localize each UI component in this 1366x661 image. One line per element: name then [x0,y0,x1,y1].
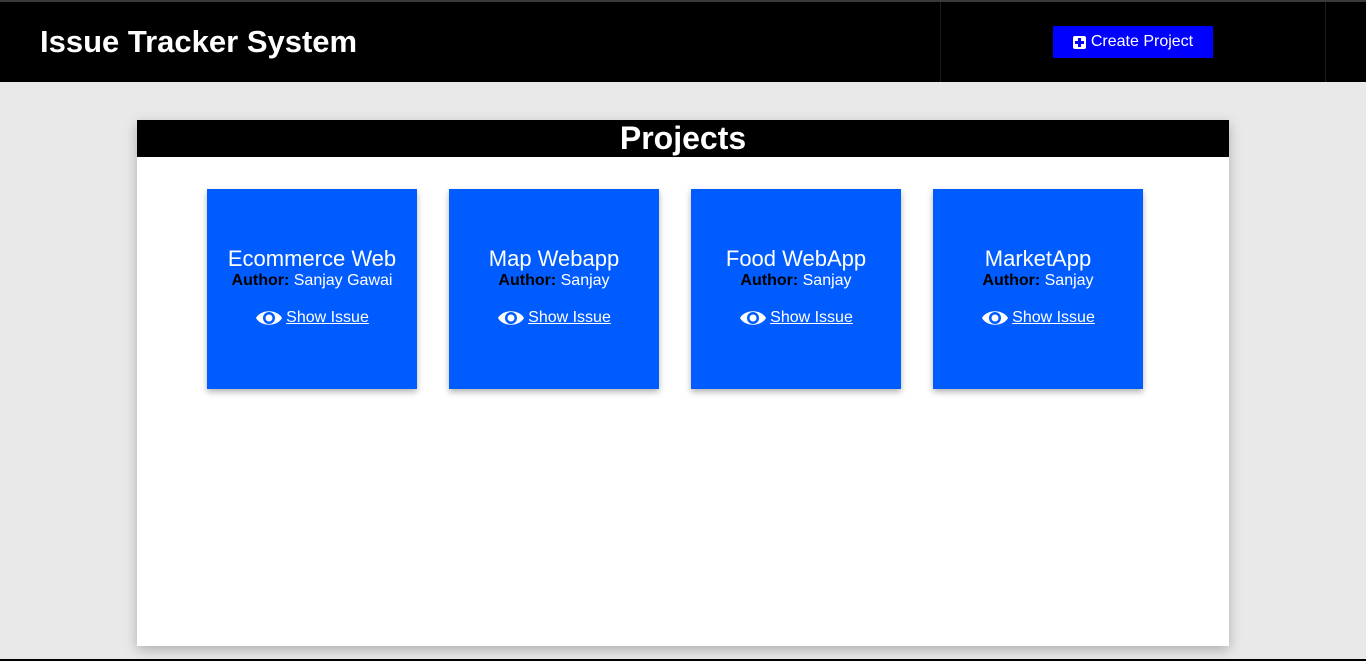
project-author: Author: Sanjay Gawai [207,272,417,290]
project-card: MarketApp Author: Sanjay Show Issue [933,189,1143,389]
show-issue-link[interactable]: Show Issue [739,308,853,328]
show-issue-link[interactable]: Show Issue [255,308,369,328]
author-name: Sanjay [1040,272,1094,289]
project-title: Food WebApp [725,246,867,271]
eye-icon [498,311,525,325]
project-cards: Ecommerce Web Author: Sanjay Gawai Show … [207,189,1143,389]
show-issue-link[interactable]: Show Issue [981,308,1095,328]
header-actions: Create Project [940,2,1326,82]
plus-square-icon [1072,35,1086,49]
author-label: Author: [740,272,799,289]
project-card: Ecommerce Web Author: Sanjay Gawai Show … [207,189,417,389]
show-issue-label: Show Issue [770,309,853,326]
show-issue-label: Show Issue [528,309,611,326]
eye-icon [982,311,1009,325]
author-name: Sanjay Gawai [289,272,393,289]
top-navbar: Issue Tracker System Create Project [0,0,1366,82]
project-author: Author: Sanjay [691,272,901,290]
show-issue-label: Show Issue [1012,309,1095,326]
author-label: Author: [498,272,557,289]
create-project-button[interactable]: Create Project [1053,26,1213,58]
project-title: MarketApp [984,246,1092,271]
author-name: Sanjay [798,272,852,289]
project-author: Author: Sanjay [449,272,659,290]
author-label: Author: [982,272,1041,289]
show-issue-label: Show Issue [286,309,369,326]
app-title: Issue Tracker System [40,24,358,59]
author-name: Sanjay [556,272,610,289]
project-author: Author: Sanjay [933,272,1143,290]
projects-panel: Projects Ecommerce Web Author: Sanjay Ga… [137,120,1229,646]
projects-heading: Projects [137,120,1229,157]
show-issue-link[interactable]: Show Issue [497,308,611,328]
project-title: Ecommerce Web [227,246,397,271]
project-title: Map Webapp [488,246,620,271]
project-card: Food WebApp Author: Sanjay Show Issue [691,189,901,389]
eye-icon [256,311,283,325]
eye-icon [740,311,767,325]
project-card: Map Webapp Author: Sanjay Show Issue [449,189,659,389]
create-project-label: Create Project [1090,33,1194,50]
author-label: Author: [231,272,290,289]
